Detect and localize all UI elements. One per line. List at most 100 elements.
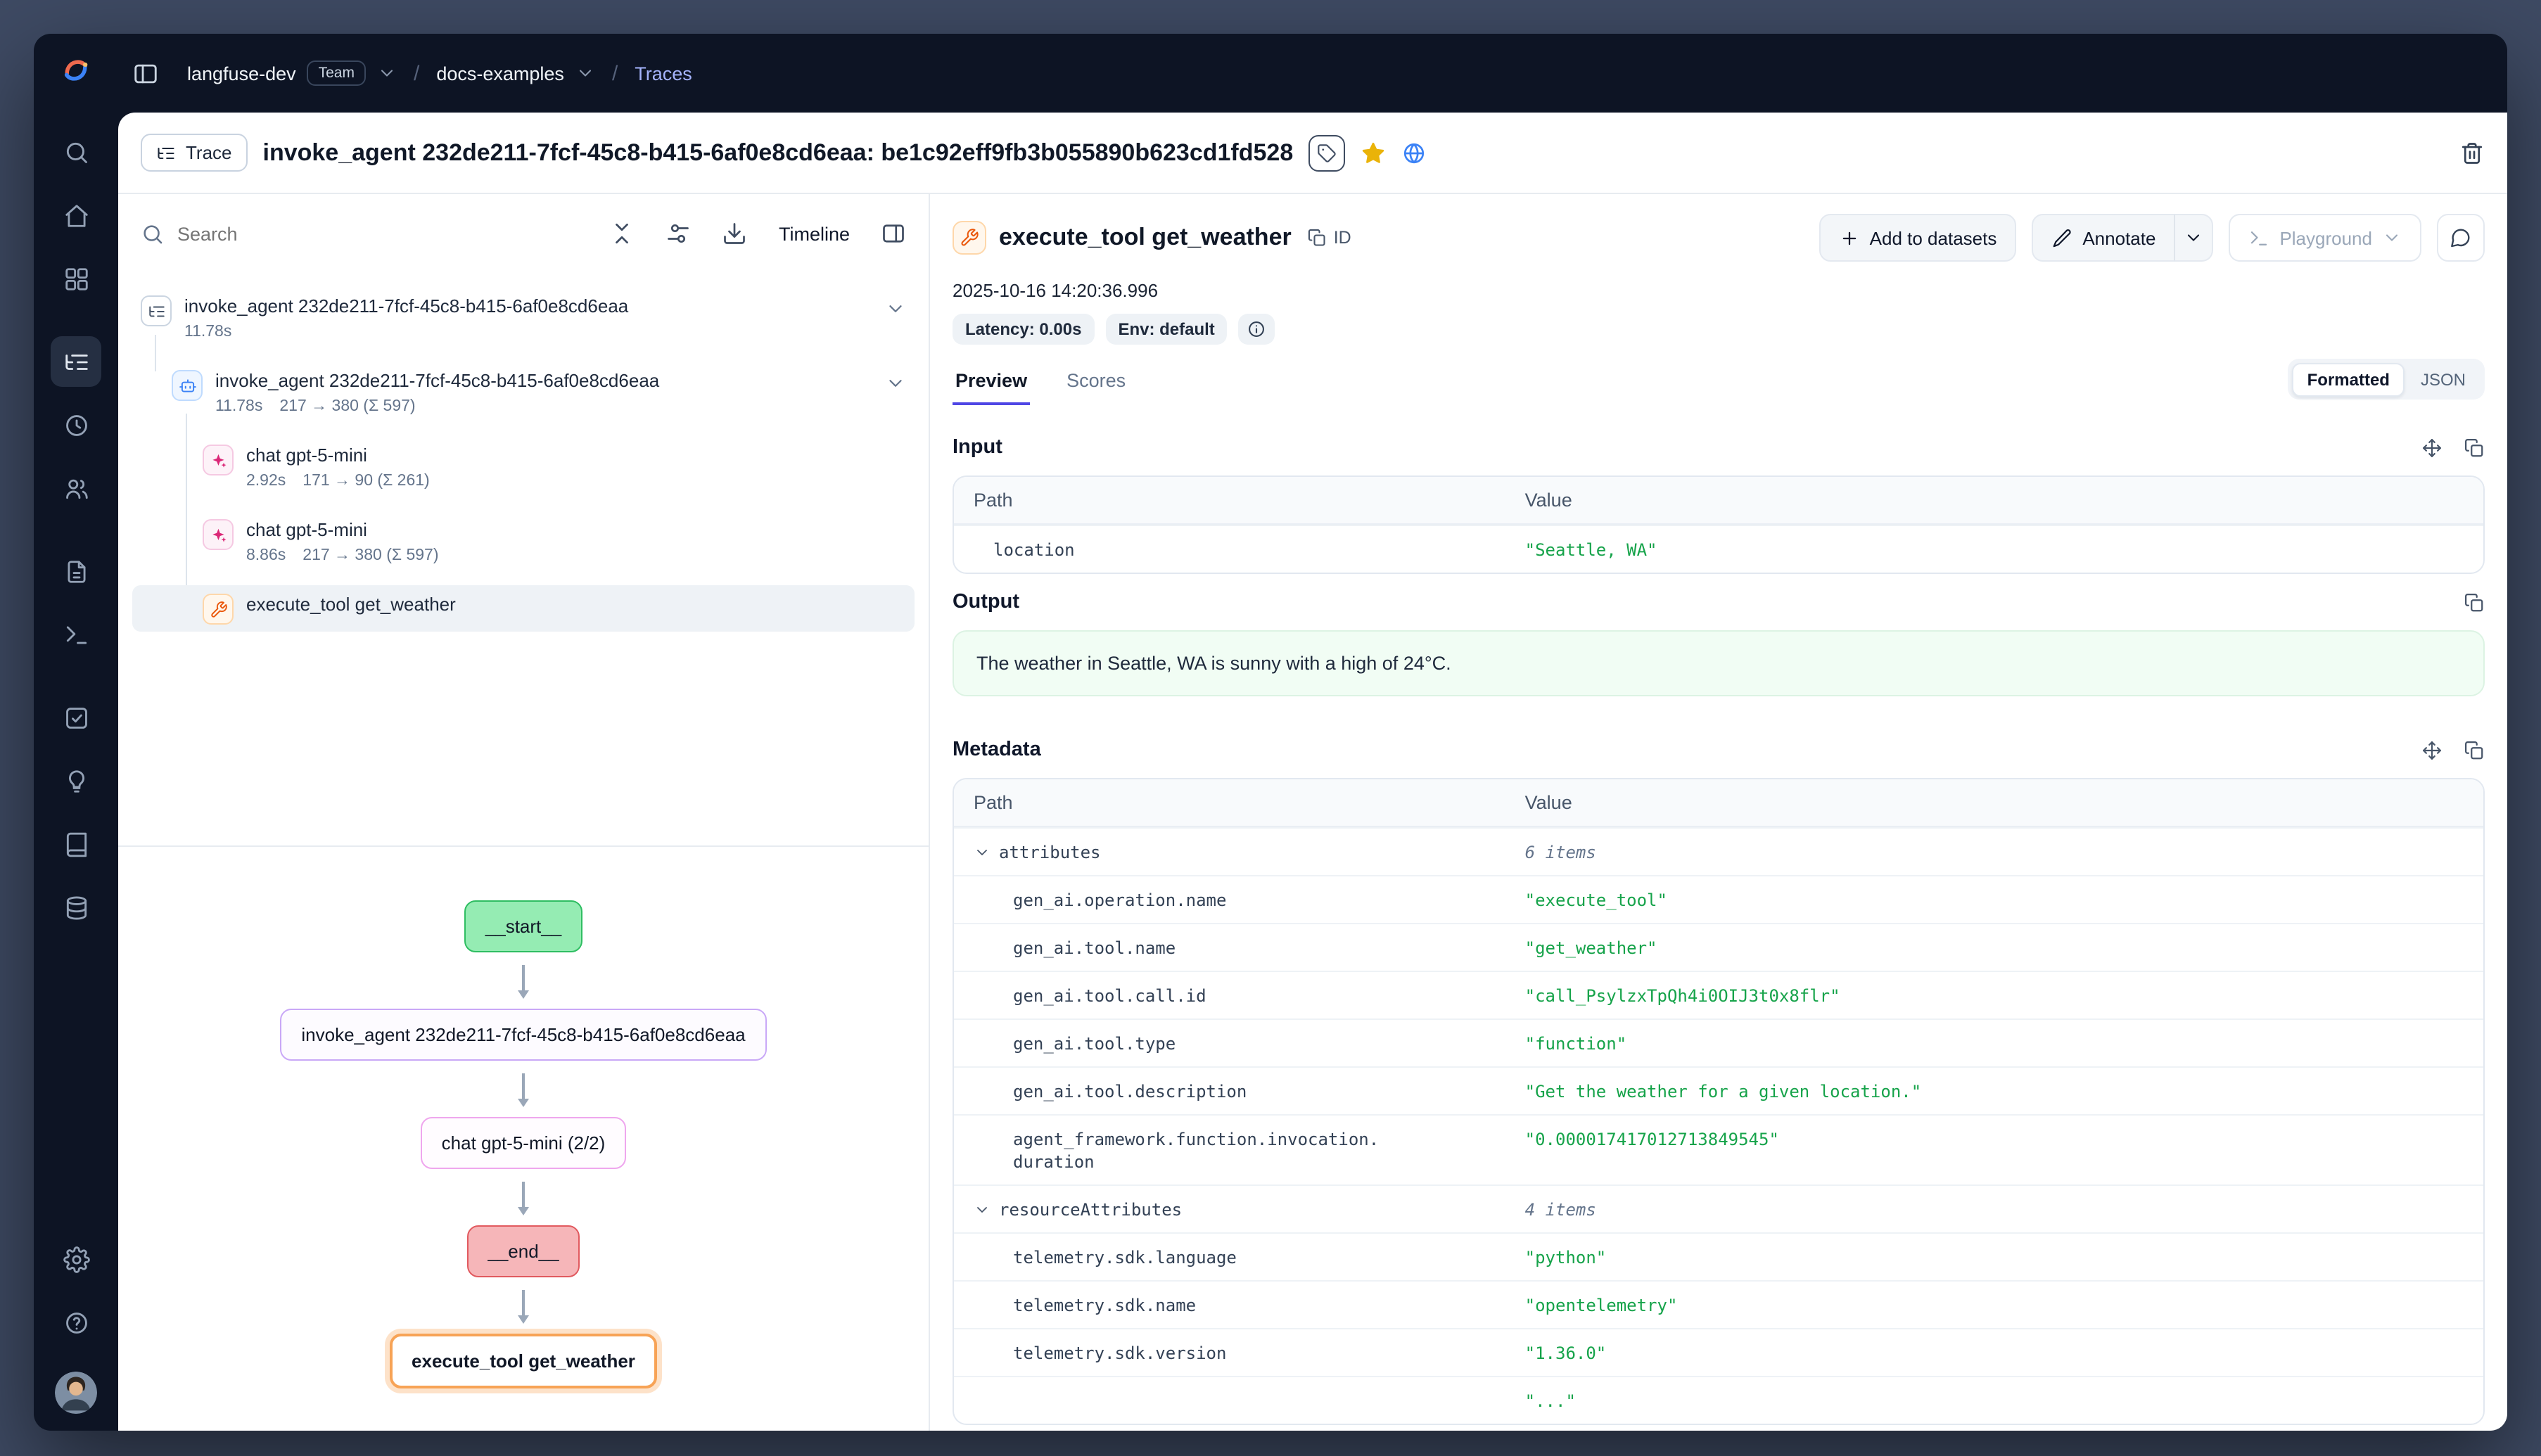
sidebar-item-support[interactable] (51, 1297, 101, 1348)
tab-preview[interactable]: Preview (953, 362, 1030, 405)
sidebar-item-home[interactable] (51, 190, 101, 241)
output-section: Output The weather in Seattle, WA is sun… (953, 574, 2485, 696)
reorder-section-button[interactable] (2421, 437, 2443, 458)
tree-row-trace[interactable]: invoke_agent 232de211-7fcf-45c8-b415-6af… (132, 287, 915, 347)
expand-panel-button[interactable] (881, 221, 906, 246)
terminal-icon (63, 621, 89, 648)
generation-icon (203, 445, 234, 475)
table-row[interactable]: gen_ai.tool.type "function" (954, 1018, 2483, 1066)
table-row[interactable]: gen_ai.tool.name "get_weather" (954, 923, 2483, 971)
table-row[interactable]: telemetry.sdk.version "1.36.0" (954, 1328, 2483, 1376)
environment-badge: Env: default (1105, 314, 1227, 345)
chevron-down-icon[interactable] (974, 1201, 991, 1218)
tree-row-generation-1[interactable]: chat gpt-5-mini 2.92s 171 → 90 (Σ 261) (194, 436, 915, 497)
graph-edge-arrow (523, 1290, 525, 1321)
sidebar-item-dashboards[interactable] (51, 253, 101, 304)
chevron-down-icon (377, 63, 397, 83)
table-row[interactable]: gen_ai.operation.name "execute_tool" (954, 875, 2483, 923)
table-row[interactable]: telemetry.sdk.language "python" (954, 1232, 2483, 1280)
tool-icon (953, 221, 986, 255)
org-switcher[interactable]: langfuse-dev Team (187, 60, 397, 86)
sidebar-item-evaluators[interactable] (51, 692, 101, 743)
sidebar-item-users[interactable] (51, 463, 101, 513)
clock-icon (63, 411, 89, 438)
copy-section-button[interactable] (2464, 739, 2485, 760)
duration: 11.78s (184, 324, 231, 340)
sidebar-item-settings[interactable] (51, 1234, 101, 1284)
tree-settings-button[interactable] (666, 221, 692, 246)
graph-node-invoke-agent[interactable]: invoke_agent 232de211-7fcf-45c8-b415-6af… (280, 1009, 766, 1061)
square-check-icon (63, 704, 89, 731)
graph-node-start[interactable]: __start__ (464, 900, 582, 952)
copy-section-button[interactable] (2464, 437, 2485, 458)
table-row[interactable]: "..." (954, 1376, 2483, 1424)
search-input[interactable] (177, 223, 579, 244)
playground-button[interactable]: Playground (2229, 214, 2421, 262)
tree-row-agent[interactable]: invoke_agent 232de211-7fcf-45c8-b415-6af… (163, 362, 915, 422)
graph-node-end[interactable]: __end__ (466, 1225, 580, 1277)
sidebar-item-traces[interactable] (51, 336, 101, 387)
format-formatted-option[interactable]: Formatted (2292, 362, 2405, 396)
public-link-button[interactable] (1401, 140, 1427, 165)
info-badge[interactable] (1239, 314, 1275, 345)
users-icon (63, 475, 89, 502)
detail-scroll-area[interactable]: Input Path Value (953, 405, 2485, 1431)
annotate-split-button: Annotate (2032, 214, 2213, 262)
table-row-group[interactable]: resourceAttributes 4 items (954, 1184, 2483, 1232)
input-table: Path Value location "Seattle, WA" (953, 475, 2485, 574)
sidebar-item-datasets[interactable] (51, 882, 101, 933)
annotate-menu-button[interactable] (2174, 214, 2213, 262)
tag-button[interactable] (1308, 134, 1345, 171)
graph-node-chat[interactable]: chat gpt-5-mini (2/2) (421, 1117, 627, 1169)
copy-id-button[interactable]: ID (1307, 228, 1351, 248)
sidebar-item-playground[interactable] (51, 609, 101, 660)
sidebar-toggle-button[interactable] (132, 60, 159, 87)
tree-row-generation-2[interactable]: chat gpt-5-mini 8.86s 217 → 380 (Σ 597) (194, 511, 915, 571)
collapse-all-icon (610, 221, 635, 246)
download-button[interactable] (722, 221, 748, 246)
tree-row-tool-selected[interactable]: execute_tool get_weather (132, 585, 915, 632)
project-switcher[interactable]: docs-examples (436, 63, 595, 84)
copy-icon (2464, 739, 2485, 760)
table-row[interactable]: gen_ai.tool.call.id "call_PsylzxTpQh4i0O… (954, 971, 2483, 1018)
dashboard-grid-icon (63, 265, 89, 292)
file-text-icon (63, 558, 89, 585)
trace-tree: invoke_agent 232de211-7fcf-45c8-b415-6af… (118, 273, 929, 845)
sidebar-item-sessions[interactable] (51, 400, 101, 450)
format-json-option[interactable]: JSON (2405, 362, 2481, 396)
table-row[interactable]: location "Seattle, WA" (954, 525, 2483, 573)
sidebar-item-prompts[interactable] (51, 546, 101, 596)
table-row[interactable]: gen_ai.tool.description "Get the weather… (954, 1066, 2483, 1114)
org-name: langfuse-dev (187, 63, 296, 84)
copy-section-button[interactable] (2464, 592, 2485, 613)
help-circle-icon (63, 1309, 89, 1336)
annotate-button[interactable]: Annotate (2032, 214, 2175, 262)
collapse-chevron-icon[interactable] (885, 373, 906, 394)
comments-button[interactable] (2437, 214, 2485, 262)
reorder-section-button[interactable] (2421, 739, 2443, 760)
user-avatar[interactable] (55, 1372, 97, 1414)
sidebar-item-search[interactable] (51, 127, 101, 177)
tag-icon (1317, 143, 1337, 162)
move-icon (2421, 437, 2443, 458)
timeline-toggle[interactable]: Timeline (779, 223, 850, 244)
breadcrumb-separator: / (414, 61, 419, 85)
tab-scores[interactable]: Scores (1064, 362, 1128, 405)
table-row[interactable]: telemetry.sdk.name "opentelemetry" (954, 1280, 2483, 1328)
graph-node-execute-tool[interactable]: execute_tool get_weather (389, 1334, 658, 1388)
sidebar-item-insights[interactable] (51, 755, 101, 806)
breadcrumb-traces-link[interactable]: Traces (635, 63, 692, 84)
table-row[interactable]: agent_framework.function.invocation.dura… (954, 1114, 2483, 1184)
globe-icon (1401, 140, 1427, 165)
chevron-down-icon[interactable] (974, 843, 991, 860)
add-to-datasets-button[interactable]: Add to datasets (1819, 214, 2017, 262)
delete-trace-button[interactable] (2459, 140, 2485, 165)
sidebar-item-annotations[interactable] (51, 819, 101, 869)
tree-toolbar: Timeline (118, 194, 929, 273)
collapse-all-button[interactable] (610, 221, 635, 246)
table-row-group[interactable]: attributes 6 items (954, 827, 2483, 875)
collapse-chevron-icon[interactable] (885, 298, 906, 319)
bookmark-star-button[interactable] (1361, 140, 1386, 165)
main-area: Trace invoke_agent 232de211-7fcf-45c8-b4… (118, 113, 2507, 1431)
trace-tree-panel: Timeline invoke_agent 232de211-7fcf-45c8… (118, 194, 930, 1431)
